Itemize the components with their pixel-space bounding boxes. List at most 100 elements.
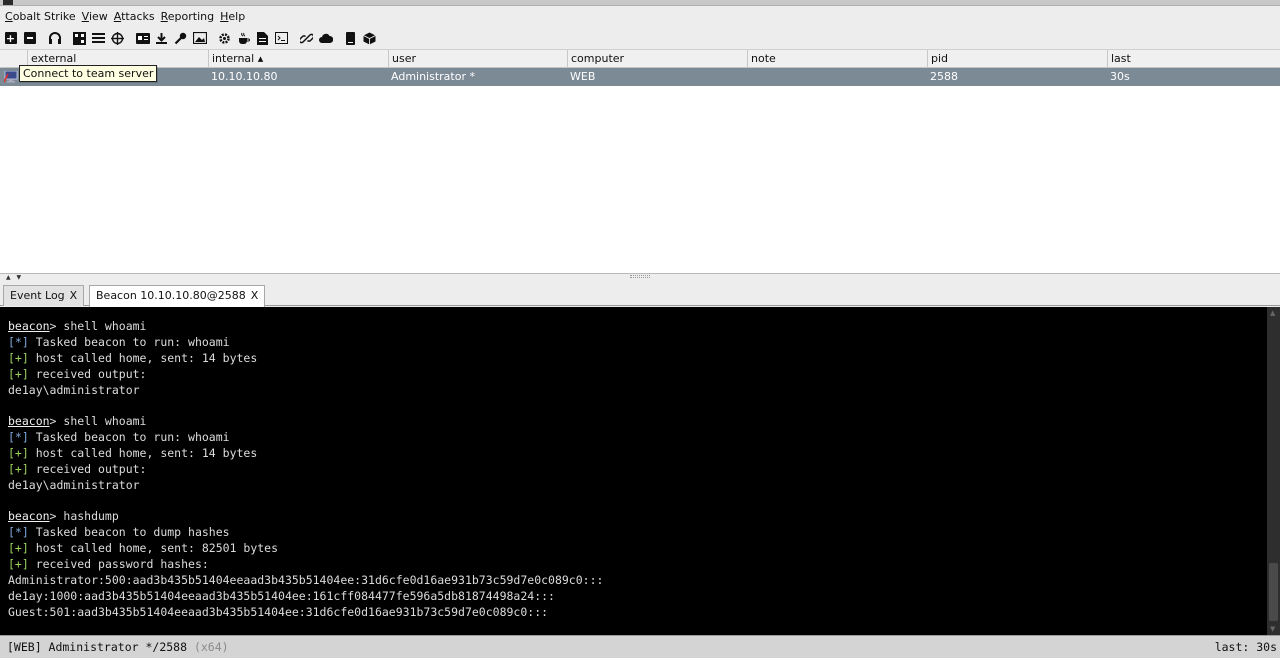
success-tag: [+] — [8, 351, 29, 365]
menu-mnemonic: V — [81, 10, 89, 23]
menu-cobalt-strike[interactable]: Cobalt Strike — [3, 10, 80, 23]
success-tag: [+] — [8, 557, 29, 571]
cell-pid: 2588 — [930, 70, 958, 83]
toolbar: + — [0, 27, 1280, 50]
console-text: host called home, sent: 14 bytes — [28, 446, 258, 460]
java-signed-applet-icon[interactable] — [236, 31, 251, 46]
split-pane-divider[interactable]: ▲ ▼ — [0, 274, 1280, 283]
console-text: host called home, sent: 14 bytes — [28, 351, 258, 365]
tab-label: Beacon 10.10.10.80@2588 — [96, 289, 246, 302]
console-line: [+] received password hashes: — [8, 557, 209, 572]
console-line: [+] received output: — [8, 367, 146, 382]
console-text: Tasked beacon to run: whoami — [28, 430, 230, 444]
menu-label: iew — [88, 10, 108, 23]
menu-label: ttacks — [121, 10, 155, 23]
menu-label: obalt Strike — [12, 10, 76, 23]
console-command: > hashdump — [49, 509, 119, 523]
tab-event-log[interactable]: Event Log X — [3, 285, 85, 306]
console-line: beacon> shell whoami — [8, 319, 146, 334]
help-icon[interactable] — [343, 31, 358, 46]
column-header-user[interactable]: user — [388, 50, 567, 68]
tab-strip: Event Log X Beacon 10.10.10.80@2588 X — [0, 283, 1280, 307]
info-tag: [*] — [8, 525, 29, 539]
divider-grip-icon[interactable] — [630, 275, 650, 278]
arch-label: (x64) — [187, 640, 229, 654]
console-line: [+] received output: — [8, 462, 146, 477]
scroll-down-icon[interactable]: ▼ — [1270, 625, 1275, 633]
success-tag: [+] — [8, 367, 29, 381]
console-text: host called home, sent: 82501 bytes — [28, 541, 279, 555]
console-text: received password hashes: — [28, 557, 209, 571]
listeners-icon[interactable] — [47, 31, 62, 46]
disconnect-icon[interactable] — [22, 31, 37, 46]
keystrokes-icon[interactable] — [173, 31, 188, 46]
console-scrollbar[interactable]: ▲ ▼ — [1267, 307, 1280, 635]
console-line: [*] Tasked beacon to run: whoami — [8, 335, 230, 350]
column-header-internal[interactable]: internal ▴ — [208, 50, 388, 68]
table-row[interactable]: 10.10.10.80 Administrator * WEB 2588 30s — [0, 68, 1280, 86]
session-table-icon[interactable] — [91, 31, 106, 46]
console-line: [*] Tasked beacon to dump hashes — [8, 525, 230, 540]
scrollbar-thumb[interactable] — [1269, 563, 1278, 621]
console-prompt: beacon — [8, 509, 50, 523]
hash-line: Administrator:500:aad3b435b51404eeaad3b4… — [8, 573, 604, 587]
column-header-note[interactable]: note — [747, 50, 927, 68]
host-file-icon[interactable] — [318, 31, 333, 46]
console-prompt: beacon — [8, 319, 50, 333]
tab-label: Event Log — [10, 289, 65, 302]
session-status: [WEB] Administrator */2588 (x64) — [7, 640, 229, 654]
menu-label: elp — [228, 10, 246, 23]
screenshots-icon[interactable] — [192, 31, 207, 46]
column-header-last[interactable]: last — [1107, 50, 1280, 68]
menu-label: eporting — [167, 10, 215, 23]
credentials-icon[interactable] — [135, 31, 150, 46]
tab-beacon[interactable]: Beacon 10.10.10.80@2588 X — [89, 285, 266, 307]
console-text: received output: — [28, 367, 147, 381]
ms-office-macro-icon[interactable] — [255, 31, 270, 46]
console-line: [+] host called home, sent: 14 bytes — [8, 351, 257, 366]
tooltip: Connect to team server — [19, 65, 158, 82]
new-connection-icon[interactable]: + — [3, 31, 18, 46]
console-output: de1ay\administrator — [8, 383, 140, 397]
info-tag: [*] — [8, 335, 29, 349]
success-tag: [+] — [8, 462, 29, 476]
cell-user: Administrator * — [391, 70, 475, 83]
scroll-up-icon[interactable]: ▲ — [1270, 309, 1275, 317]
tab-close-button[interactable]: X — [70, 289, 78, 302]
menu-reporting[interactable]: Reporting — [159, 10, 218, 23]
status-bar: [WEB] Administrator */2588 (x64) last: 3… — [0, 635, 1280, 658]
menu-view[interactable]: View — [80, 10, 112, 23]
downloaded-files-icon[interactable] — [154, 31, 169, 46]
info-tag: [*] — [8, 430, 29, 444]
column-header-pid[interactable]: pid — [927, 50, 1107, 68]
menu-bar: Cobalt Strike View Attacks Reporting Hel… — [0, 6, 1280, 27]
collapse-arrows-icon[interactable]: ▲ ▼ — [6, 274, 23, 281]
console-line: [+] host called home, sent: 14 bytes — [8, 446, 257, 461]
menu-attacks[interactable]: Attacks — [112, 10, 159, 23]
table-header: external internal ▴ user computer note p… — [0, 50, 1280, 68]
about-icon[interactable] — [362, 31, 377, 46]
app-icon — [3, 0, 13, 5]
column-header-computer[interactable]: computer — [567, 50, 747, 68]
beacon-console[interactable]: beacon> shell whoami [*] Tasked beacon t… — [0, 307, 1267, 635]
pivot-graph-icon[interactable] — [72, 31, 87, 46]
console-prompt: beacon — [8, 414, 50, 428]
console-line: [*] Tasked beacon to run: whoami — [8, 430, 230, 445]
console-command: > shell whoami — [49, 319, 147, 333]
console-text: Tasked beacon to dump hashes — [28, 525, 230, 539]
success-tag: [+] — [8, 446, 29, 460]
web-drive-by-icon[interactable] — [274, 31, 289, 46]
console-text: received output: — [28, 462, 147, 476]
payload-generator-icon[interactable] — [217, 31, 232, 46]
session-info: [WEB] Administrator */2588 — [7, 640, 188, 654]
cell-computer: WEB — [570, 70, 596, 83]
tab-close-button[interactable]: X — [251, 289, 259, 302]
console-output: de1ay\administrator — [8, 478, 140, 492]
manage-web-server-icon[interactable] — [299, 31, 314, 46]
console-text: Tasked beacon to run: whoami — [28, 335, 230, 349]
beacon-computer-icon — [3, 70, 18, 83]
target-table-icon[interactable] — [110, 31, 125, 46]
console-line: [+] host called home, sent: 82501 bytes — [8, 541, 278, 556]
last-checkin: last: 30s — [1214, 640, 1277, 654]
menu-help[interactable]: Help — [218, 10, 249, 23]
